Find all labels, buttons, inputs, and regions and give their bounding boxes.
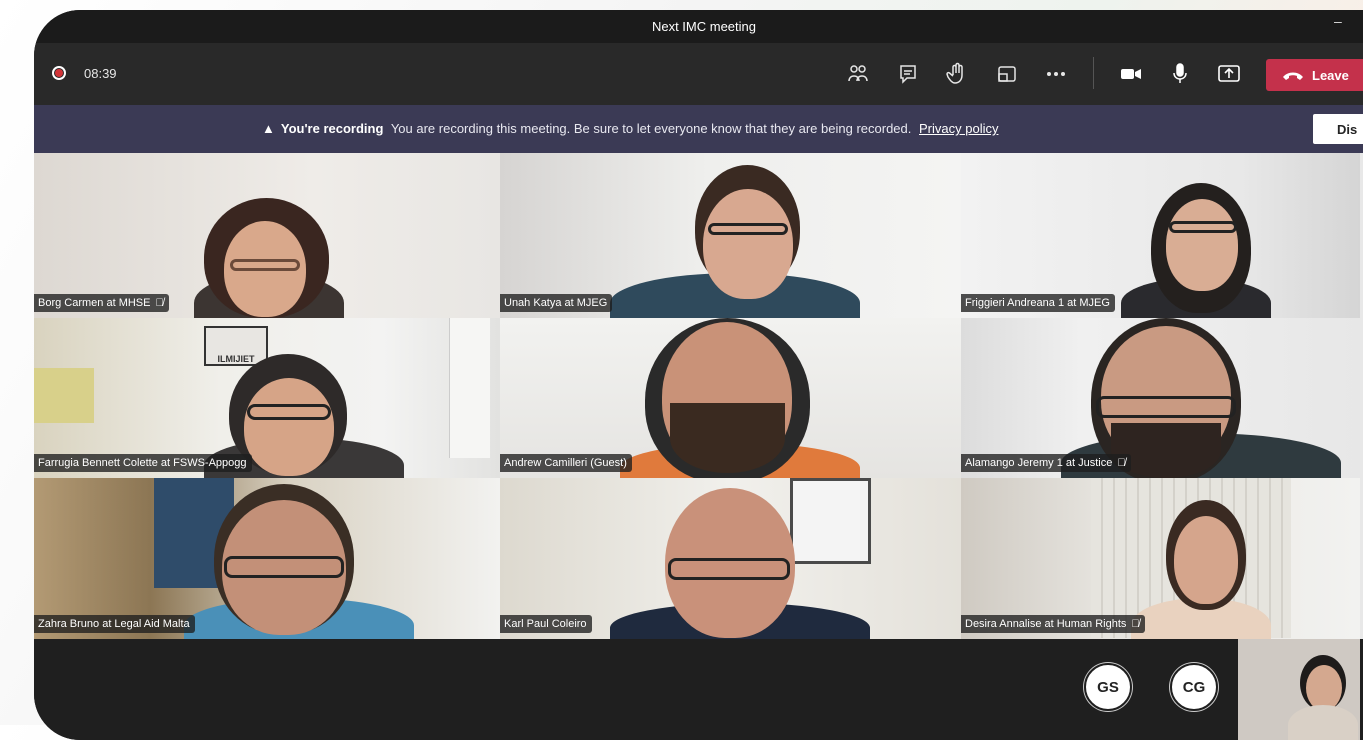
meeting-toolbar: 08:39 Leave [34,43,1363,105]
wall-picture [790,478,871,564]
privacy-policy-link[interactable]: Privacy policy [919,121,998,136]
video-grid: Borg Carmen at MHSE 🎙̸ Unah Katya at MJE… [34,153,1360,639]
leave-label: Leave [1312,67,1349,83]
banner-message: You are recording this meeting. Be sure … [390,121,912,136]
breakout-rooms-icon[interactable] [994,61,1020,87]
participant-nameplate: Alamango Jeremy 1 at Justice 🎙̸ [961,454,1131,472]
participant-nameplate: Farrugia Bennett Colette at FSWS-Appogg [34,454,252,472]
camera-icon[interactable] [1118,61,1144,87]
video-tile[interactable]: Unah Katya at MJEG [500,153,961,318]
participant-nameplate: Andrew Camilleri (Guest) [500,454,632,472]
video-tile[interactable]: Desira Annalise at Human Rights 🎙̸ [961,478,1360,639]
video-tile[interactable]: Zahra Bruno at Legal Aid Malta [34,478,500,639]
wall-note [34,368,94,423]
participant-name: Unah Katya at MJEG [504,297,608,309]
leave-button[interactable]: Leave [1266,59,1363,91]
warning-icon: ▲ [262,121,275,136]
avatar[interactable]: CG [1170,663,1218,711]
recording-indicator-icon [52,66,66,80]
participant-name: Farrugia Bennett Colette at FSWS-Appogg [38,457,247,469]
participant-nameplate: Borg Carmen at MHSE 🎙̸ [34,294,169,312]
meeting-window: Next IMC meeting – 08:39 Leave ▲ You're … [34,10,1363,740]
participant-name: Karl Paul Coleiro [504,618,587,630]
recording-banner: ▲ You're recording You are recording this… [34,105,1363,153]
dismiss-button[interactable]: Dis [1313,114,1363,144]
phone-hangup-icon [1283,72,1303,80]
video-tile[interactable]: Borg Carmen at MHSE 🎙̸ [34,153,500,318]
wall-sign: ILMIJIET [204,326,268,366]
participant-name: Desira Annalise at Human Rights [965,618,1127,630]
participant-name: Zahra Bruno at Legal Aid Malta [38,618,190,630]
avatar[interactable]: GS [1084,663,1132,711]
mic-muted-icon: 🎙̸ [1117,457,1126,469]
title-bar: Next IMC meeting – [34,10,1363,43]
toolbar-divider [1093,57,1094,89]
raise-hand-icon[interactable] [944,61,970,87]
banner-title: You're recording [280,121,384,136]
video-tile[interactable]: Alamango Jeremy 1 at Justice 🎙̸ [961,318,1360,478]
whiteboard [449,318,490,458]
share-screen-icon[interactable] [1216,61,1242,87]
participant-name: Borg Carmen at MHSE [38,297,151,309]
video-tile[interactable]: Karl Paul Coleiro [500,478,961,639]
video-tile[interactable]: ILMIJIET Farrugia Bennett Colette at FSW… [34,318,500,478]
participant-name: Alamango Jeremy 1 at Justice [965,457,1113,469]
participant-nameplate: Karl Paul Coleiro [500,615,592,633]
participant-nameplate: Friggieri Andreana 1 at MJEG [961,294,1115,312]
participant-nameplate: Desira Annalise at Human Rights 🎙̸ [961,615,1145,633]
mic-muted-icon: 🎙̸ [155,297,164,309]
meeting-timer: 08:39 [84,66,117,81]
minimize-icon[interactable]: – [1334,14,1348,30]
participants-icon[interactable] [845,61,871,87]
video-tile[interactable]: Andrew Camilleri (Guest) [500,318,961,478]
window-title: Next IMC meeting [651,19,757,34]
mic-muted-icon: 🎙̸ [1131,618,1140,630]
participant-nameplate: Unah Katya at MJEG [500,294,613,312]
participant-name: Friggieri Andreana 1 at MJEG [965,297,1110,309]
participant-nameplate: Zahra Bruno at Legal Aid Malta [34,615,195,633]
microphone-icon[interactable] [1167,61,1193,87]
chat-icon[interactable] [895,61,921,87]
participant-name: Andrew Camilleri (Guest) [504,457,627,469]
more-options-icon[interactable] [1043,61,1069,87]
video-tile[interactable]: Friggieri Andreana 1 at MJEG [961,153,1360,318]
